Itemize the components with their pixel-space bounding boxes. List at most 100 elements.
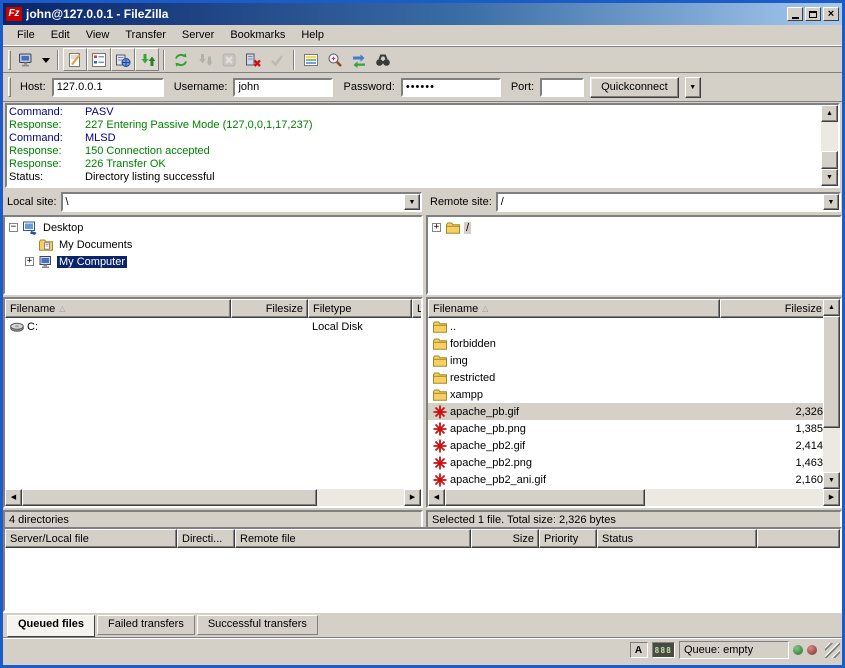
- username-label: Username:: [174, 81, 228, 93]
- expand-icon[interactable]: +: [25, 257, 34, 266]
- filter-button[interactable]: [299, 48, 323, 71]
- cancel-operation-button[interactable]: [217, 48, 241, 71]
- refresh-button[interactable]: [169, 48, 193, 71]
- compare-icon: [327, 52, 343, 68]
- toggle-log-button[interactable]: [63, 48, 87, 71]
- resize-grip[interactable]: [825, 643, 840, 658]
- remote-site-dropdown[interactable]: ▼: [823, 194, 839, 210]
- local-site-combo[interactable]: \ ▼: [61, 192, 422, 212]
- toggle-remote-tree-button[interactable]: [111, 48, 135, 71]
- local-scroll-thumb[interactable]: [22, 489, 317, 506]
- toolbar-separator: [57, 50, 59, 70]
- tree-item-my-documents[interactable]: My Documents: [7, 236, 421, 253]
- menu-item-server[interactable]: Server: [174, 27, 222, 43]
- toggle-local-tree-button[interactable]: [87, 48, 111, 71]
- remote-site-combo[interactable]: / ▼: [496, 192, 841, 212]
- column-header-directi-[interactable]: Directi...: [177, 529, 235, 548]
- log-scroll-thumb[interactable]: [821, 151, 838, 169]
- remote-file-row[interactable]: apache_pb2.gif2,414: [428, 437, 823, 454]
- remote-file-row[interactable]: apache_pb2_ani.gif2,160: [428, 471, 823, 488]
- scroll-left-icon[interactable]: ◀: [428, 489, 445, 506]
- local-horizontal-scrollbar[interactable]: ◀ ▶: [5, 489, 421, 506]
- scroll-right-icon[interactable]: ▶: [404, 489, 421, 506]
- menu-item-transfer[interactable]: Transfer: [117, 27, 174, 43]
- site-manager-dropdown[interactable]: [38, 48, 53, 71]
- scroll-down-icon[interactable]: ▼: [821, 169, 838, 186]
- expand-icon[interactable]: +: [432, 223, 441, 232]
- local-file-row[interactable]: C:Local Disk: [5, 318, 421, 335]
- scroll-up-icon[interactable]: ▲: [821, 105, 838, 122]
- sync-browse-button[interactable]: [347, 48, 371, 71]
- tree-item-my-computer[interactable]: +My Computer: [7, 253, 421, 270]
- tab-queued-files[interactable]: Queued files: [7, 615, 95, 637]
- column-header-priority[interactable]: Priority: [539, 529, 597, 548]
- column-header-filetype[interactable]: Filetype: [308, 299, 412, 318]
- remote-file-row[interactable]: apache_pb.gif2,326: [428, 403, 823, 420]
- site-manager-icon: [18, 52, 34, 68]
- minimize-button[interactable]: [787, 7, 803, 21]
- process-queue-icon: [197, 52, 213, 68]
- column-header-filesize[interactable]: Filesize: [720, 299, 823, 318]
- column-header-filename[interactable]: Filename△: [428, 299, 720, 318]
- toolbar-grip[interactable]: [8, 50, 11, 70]
- quickconnect-dropdown[interactable]: ▼: [685, 77, 701, 98]
- toggle-queue-button[interactable]: [135, 48, 159, 71]
- reconnect-icon: [269, 52, 285, 68]
- tab-successful-transfers[interactable]: Successful transfers: [197, 615, 318, 635]
- maximize-button[interactable]: [805, 7, 821, 21]
- remote-scroll-thumb[interactable]: [823, 316, 840, 428]
- remote-file-row[interactable]: forbidden: [428, 335, 823, 352]
- quickconnect-button[interactable]: Quickconnect: [590, 77, 679, 98]
- username-input[interactable]: [233, 78, 333, 97]
- scroll-up-icon[interactable]: ▲: [823, 299, 840, 316]
- menu-item-bookmarks[interactable]: Bookmarks: [222, 27, 293, 43]
- window-title: john@127.0.0.1 - FileZilla: [26, 7, 787, 21]
- site-manager-button[interactable]: [14, 48, 38, 71]
- chevron-down-icon: ▼: [828, 199, 835, 206]
- column-header-filesize[interactable]: Filesize: [231, 299, 308, 318]
- remote-file-row[interactable]: img: [428, 352, 823, 369]
- remote-scroll-thumb-h[interactable]: [445, 489, 645, 506]
- find-icon: [375, 52, 391, 68]
- host-input[interactable]: [52, 78, 164, 97]
- find-button[interactable]: [371, 48, 395, 71]
- reconnect-button[interactable]: [265, 48, 289, 71]
- tab-failed-transfers[interactable]: Failed transfers: [97, 615, 195, 635]
- remote-file-row[interactable]: apache_pb2.png1,463: [428, 454, 823, 471]
- disconnect-button[interactable]: [241, 48, 265, 71]
- local-site-dropdown[interactable]: ▼: [404, 194, 420, 210]
- log-line: Response:150 Connection accepted: [9, 145, 819, 158]
- close-button[interactable]: ×: [823, 7, 839, 21]
- scroll-right-icon[interactable]: ▶: [823, 489, 840, 506]
- collapse-icon[interactable]: −: [9, 223, 18, 232]
- menu-item-view[interactable]: View: [78, 27, 118, 43]
- column-header-server-local-file[interactable]: Server/Local file: [5, 529, 177, 548]
- compare-button[interactable]: [323, 48, 347, 71]
- menu-item-help[interactable]: Help: [293, 27, 332, 43]
- remote-file-row[interactable]: restricted: [428, 369, 823, 386]
- password-input[interactable]: [401, 78, 501, 97]
- tree-item--[interactable]: +/: [430, 219, 840, 236]
- column-header-remote-file[interactable]: Remote file: [235, 529, 471, 548]
- remote-horizontal-scrollbar[interactable]: ◀ ▶: [428, 489, 840, 506]
- tree-item-label: Desktop: [41, 222, 85, 234]
- quickconnect-grip[interactable]: [8, 77, 11, 97]
- column-header-status[interactable]: Status: [597, 529, 757, 548]
- remote-vertical-scrollbar[interactable]: ▲ ▼: [823, 299, 840, 489]
- remote-file-row[interactable]: xampp: [428, 386, 823, 403]
- log-vertical-scrollbar[interactable]: ▲ ▼: [821, 105, 838, 186]
- menu-item-file[interactable]: File: [9, 27, 43, 43]
- tree-item-label: /: [464, 222, 471, 234]
- remote-file-list: Filename△Filesize ..forbiddenimgrestrict…: [426, 297, 842, 508]
- remote-file-row[interactable]: apache_pb.png1,385: [428, 420, 823, 437]
- port-input[interactable]: [540, 78, 584, 97]
- column-header-l[interactable]: L: [412, 299, 421, 318]
- scroll-left-icon[interactable]: ◀: [5, 489, 22, 506]
- column-header-size[interactable]: Size: [471, 529, 539, 548]
- tree-item-desktop[interactable]: − Desktop: [7, 219, 421, 236]
- menu-item-edit[interactable]: Edit: [43, 27, 78, 43]
- scroll-down-icon[interactable]: ▼: [823, 472, 840, 489]
- column-header-filename[interactable]: Filename△: [5, 299, 231, 318]
- remote-file-row[interactable]: ..: [428, 318, 823, 335]
- process-queue-button[interactable]: [193, 48, 217, 71]
